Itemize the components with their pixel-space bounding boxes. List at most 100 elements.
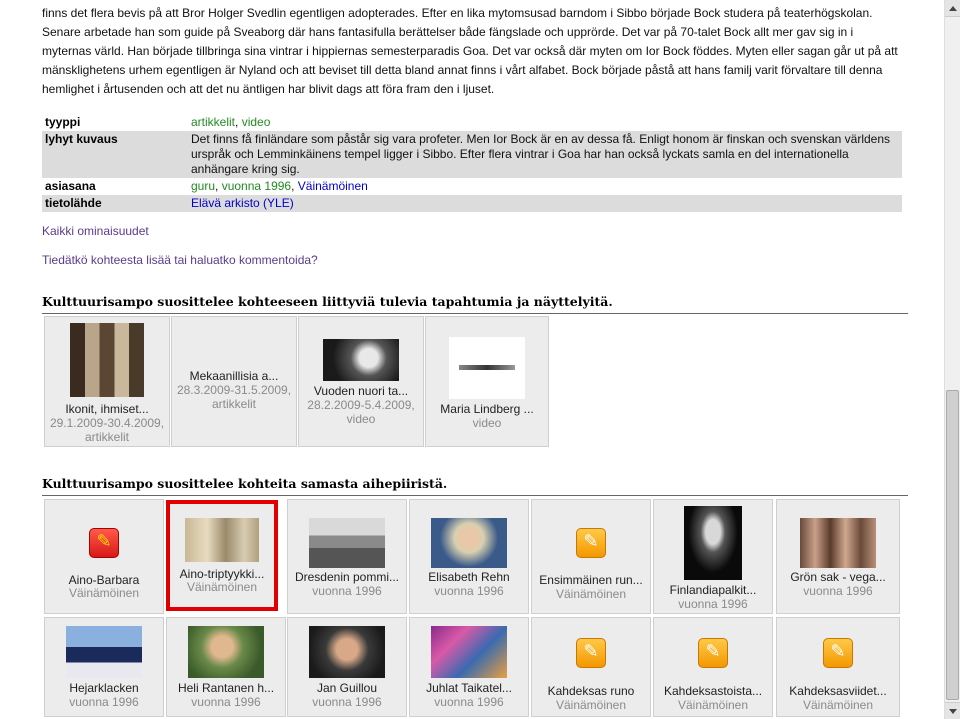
related-card[interactable]: Kahdeksas runo Väinämöinen bbox=[531, 617, 651, 717]
property-row-tyyppi: tyyppi artikkelit, video bbox=[42, 114, 902, 131]
related-card[interactable]: Finlandiapalkit... vuonna 1996 bbox=[653, 499, 773, 614]
related-thumbnail bbox=[431, 518, 507, 568]
card-subtitle: 28.2.2009-5.4.2009, video bbox=[307, 398, 415, 426]
card-subtitle: vuonna 1996 bbox=[312, 584, 382, 598]
related-card[interactable]: Juhlat Taikatel... vuonna 1996 bbox=[409, 617, 529, 717]
keyword-link-vainamoinen[interactable]: Väinämöinen bbox=[298, 179, 368, 193]
pencil-icon bbox=[576, 528, 606, 558]
event-card[interactable]: Mekaanillisia a... 28.3.2009-31.5.2009, … bbox=[171, 316, 297, 447]
comment-link[interactable]: Tiedätkö kohteesta lisää tai haluatko ko… bbox=[42, 253, 318, 267]
card-subtitle: vuonna 1996 bbox=[434, 584, 504, 598]
related-card[interactable]: Kahdeksasviidet... Väinämöinen bbox=[776, 617, 900, 717]
type-link-articles[interactable]: artikkelit bbox=[191, 115, 235, 129]
card-title: Kahdeksastoista... bbox=[663, 684, 763, 698]
card-title: Ensimmäinen run... bbox=[539, 573, 643, 587]
scroll-up-arrow-icon[interactable] bbox=[945, 0, 960, 17]
event-thumbnail bbox=[323, 339, 399, 381]
related-card[interactable]: Ensimmäinen run... Väinämöinen bbox=[531, 499, 651, 614]
keyword-link-guru[interactable]: guru bbox=[191, 179, 215, 193]
card-title: Grön sak - vega... bbox=[790, 570, 886, 584]
card-subtitle: vuonna 1996 bbox=[803, 584, 873, 598]
card-title: Ikonit, ihmiset... bbox=[65, 402, 149, 416]
related-card[interactable]: Jan Guillou vuonna 1996 bbox=[287, 617, 407, 717]
related-card-selected[interactable]: Aino-triptyykki... Väinämöinen bbox=[166, 500, 278, 611]
event-card[interactable]: Maria Lindberg ... video bbox=[425, 316, 549, 447]
thumbnail-mark bbox=[459, 365, 515, 370]
card-subtitle: Väinämöinen bbox=[68, 586, 140, 600]
related-card[interactable]: Grön sak - vega... vuonna 1996 bbox=[776, 499, 900, 614]
property-label: asiasana bbox=[45, 179, 96, 193]
separator: , bbox=[235, 115, 242, 129]
type-link-video[interactable]: video bbox=[242, 115, 271, 129]
page-content: finns det flera bevis på att Bror Holger… bbox=[0, 0, 944, 719]
properties-table: tyyppi artikkelit, video lyhyt kuvaus De… bbox=[42, 114, 902, 212]
event-thumbnail bbox=[70, 323, 144, 397]
card-title: Jan Guillou bbox=[316, 681, 378, 695]
card-title: Kahdeksas runo bbox=[547, 684, 635, 698]
card-subtitle: Väinämöinen bbox=[555, 587, 627, 601]
related-card[interactable]: Hejarklacken vuonna 1996 bbox=[44, 617, 164, 717]
events-section-heading: Kulttuurisampo suosittelee kohteeseen li… bbox=[42, 294, 908, 314]
card-subtitle: Väinämöinen bbox=[186, 580, 258, 594]
pencil-icon bbox=[576, 638, 606, 668]
property-value: guru, vuonna 1996, Väinämöinen bbox=[191, 179, 368, 193]
property-row-tietolahde: tietolähde Elävä arkisto (YLE) bbox=[42, 195, 902, 212]
card-subtitle: vuonna 1996 bbox=[69, 695, 139, 709]
related-thumbnail bbox=[800, 518, 876, 568]
card-title: Juhlat Taikatel... bbox=[426, 681, 512, 695]
card-subtitle: Väinämöinen bbox=[677, 698, 749, 712]
card-subtitle: 29.1.2009-30.4.2009, artikkelit bbox=[49, 416, 165, 444]
related-thumbnail bbox=[66, 626, 142, 678]
card-subtitle: vuonna 1996 bbox=[434, 695, 504, 709]
vertical-scrollbar[interactable] bbox=[944, 0, 960, 719]
property-label: tietolähde bbox=[42, 195, 188, 212]
related-thumbnail bbox=[185, 518, 259, 562]
card-title: Maria Lindberg ... bbox=[440, 402, 534, 416]
related-card[interactable]: Kahdeksastoista... Väinämöinen bbox=[653, 617, 773, 717]
scroll-thumb[interactable] bbox=[946, 390, 959, 700]
property-value: Det finns få finländare som påstår sig v… bbox=[188, 131, 902, 178]
card-title: Elisabeth Rehn bbox=[428, 570, 510, 584]
related-card[interactable]: Heli Rantanen h... vuonna 1996 bbox=[166, 617, 286, 717]
related-thumbnail bbox=[309, 518, 385, 568]
related-thumbnail bbox=[684, 506, 742, 580]
all-properties-link[interactable]: Kaikki ominaisuudet bbox=[42, 224, 149, 238]
pencil-icon bbox=[698, 638, 728, 668]
card-subtitle: Väinämöinen bbox=[802, 698, 874, 712]
event-card[interactable]: Vuoden nuori ta... 28.2.2009-5.4.2009, v… bbox=[298, 316, 424, 447]
card-title: Hejarklacken bbox=[69, 681, 139, 695]
property-label: tyyppi bbox=[45, 115, 81, 129]
property-value: Elävä arkisto (YLE) bbox=[188, 195, 902, 212]
card-subtitle: vuonna 1996 bbox=[312, 695, 382, 709]
card-title: Aino-triptyykki... bbox=[179, 567, 265, 581]
card-title: Heli Rantanen h... bbox=[177, 681, 275, 695]
card-subtitle: 28.3.2009-31.5.2009, artikkelit bbox=[176, 383, 292, 411]
card-title: Kahdeksasviidet... bbox=[789, 684, 887, 698]
card-subtitle: video bbox=[472, 416, 502, 430]
related-thumbnail bbox=[309, 626, 385, 678]
event-card[interactable]: Ikonit, ihmiset... 29.1.2009-30.4.2009, … bbox=[44, 316, 170, 447]
related-thumbnail bbox=[188, 626, 264, 678]
keyword-link-1996[interactable]: vuonna 1996 bbox=[222, 179, 291, 193]
card-title: Finlandiapalkit... bbox=[669, 583, 757, 597]
card-title: Dresdenin pommi... bbox=[294, 570, 400, 584]
related-card[interactable]: Elisabeth Rehn vuonna 1996 bbox=[409, 499, 529, 614]
source-link[interactable]: Elävä arkisto (YLE) bbox=[191, 196, 294, 210]
related-section-heading: Kulttuurisampo suosittelee kohteita sama… bbox=[42, 476, 908, 496]
property-row-kuvaus: lyhyt kuvaus Det finns få finländare som… bbox=[42, 131, 902, 178]
related-card[interactable]: Dresdenin pommi... vuonna 1996 bbox=[287, 499, 407, 614]
card-subtitle: vuonna 1996 bbox=[678, 597, 748, 611]
property-value: artikkelit, video bbox=[188, 114, 902, 131]
card-subtitle: vuonna 1996 bbox=[191, 695, 261, 709]
property-label: lyhyt kuvaus bbox=[42, 131, 188, 178]
property-row-asiasana: asiasana guru, vuonna 1996, Väinämöinen bbox=[42, 178, 902, 195]
palette-icon bbox=[89, 528, 119, 558]
related-card[interactable]: Aino-Barbara Väinämöinen bbox=[44, 499, 164, 614]
intro-paragraph: finns det flera bevis på att Bror Holger… bbox=[42, 6, 898, 96]
card-title: Mekaanillisia a... bbox=[189, 369, 279, 383]
related-thumbnail bbox=[431, 626, 507, 678]
card-title: Vuoden nuori ta... bbox=[313, 384, 409, 398]
pencil-icon bbox=[823, 638, 853, 668]
scroll-down-arrow-icon[interactable] bbox=[945, 702, 960, 719]
card-subtitle: Väinämöinen bbox=[555, 698, 627, 712]
